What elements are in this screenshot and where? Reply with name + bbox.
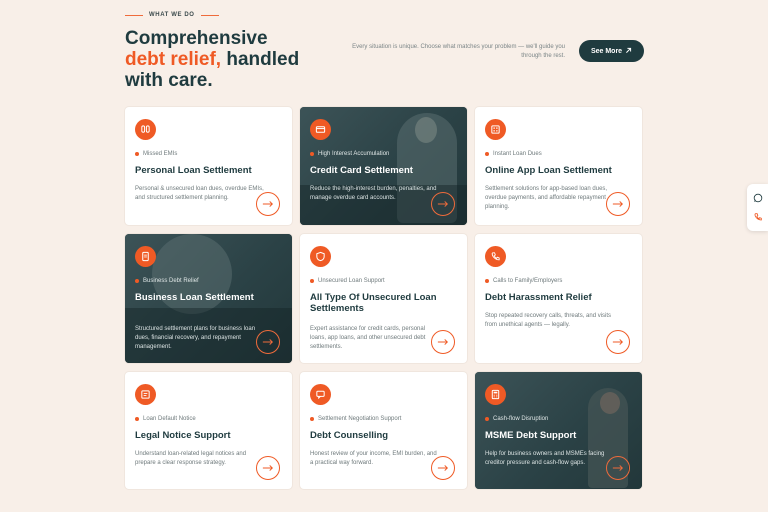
eyebrow-line-right (200, 14, 219, 16)
eyebrow-line-left (125, 14, 143, 16)
tag-dot (135, 417, 139, 421)
service-card-debt-harassment[interactable]: Calls to Family/Employers Debt Harassmen… (475, 234, 642, 363)
see-more-label: See More (590, 47, 623, 55)
tag-label: Cash-flow Disruption (493, 416, 549, 422)
service-tag: Cash-flow Disruption (485, 416, 548, 422)
arrow-right-icon (612, 201, 624, 207)
legal-document-icon (135, 384, 156, 405)
tag-label: Unsecured Loan Support (318, 278, 385, 284)
service-tag: Loan Default Notice (135, 416, 196, 422)
section-eyebrow: WHAT WE DO (125, 12, 219, 18)
calculator-icon (485, 384, 506, 405)
service-description: Personal & unsecured loan dues, overdue … (135, 186, 264, 201)
eyebrow-label: WHAT WE DO (149, 12, 195, 18)
service-description: Understand loan-related legal notices an… (135, 451, 247, 466)
shield-icon (310, 246, 331, 267)
tag-label: High Interest Accumulation (318, 151, 390, 157)
arrow-right-icon (262, 465, 274, 471)
service-title: Personal Loan Settlement (135, 165, 252, 176)
service-description: Help for business owners and MSMEs facin… (485, 451, 605, 466)
page-title: Comprehensive debt relief, handled with … (125, 28, 325, 91)
arrow-right-button[interactable] (256, 192, 280, 216)
title-line1: Comprehensive (125, 28, 268, 49)
service-tag: Instant Loan Dues (485, 151, 542, 157)
tag-label: Instant Loan Dues (493, 151, 542, 157)
service-title: Online App Loan Settlement (485, 165, 612, 176)
arrow-right-icon (262, 339, 274, 345)
arrow-right-button[interactable] (256, 456, 280, 480)
arrow-right-icon (437, 465, 449, 471)
tag-dot (310, 152, 314, 156)
service-card-unsecured-loan[interactable]: Unsecured Loan Support All Type Of Unsec… (300, 234, 467, 363)
document-icon (135, 246, 156, 267)
arrow-right-button[interactable] (606, 330, 630, 354)
title-rest: handled (221, 49, 300, 70)
service-description: Honest review of your income, EMI burden… (310, 451, 437, 466)
service-tag: Missed EMIs (135, 151, 177, 157)
service-title: All Type Of Unsecured Loan Settlements (310, 292, 437, 314)
service-card-personal-loan[interactable]: Missed EMIs Personal Loan Settlement Per… (125, 107, 292, 225)
tag-label: Settlement Negotiation Support (318, 416, 402, 422)
service-title: Business Loan Settlement (135, 292, 254, 303)
tag-dot (310, 417, 314, 421)
tag-dot (485, 152, 489, 156)
arrow-right-button[interactable] (431, 192, 455, 216)
service-description: Stop repeated recovery calls, threats, a… (485, 313, 612, 328)
tag-label: Missed EMIs (143, 151, 178, 157)
service-card-online-app-loan[interactable]: Instant Loan Dues Online App Loan Settle… (475, 107, 642, 225)
service-description: Reduce the high-interest burden, penalti… (310, 186, 437, 201)
arrow-right-icon (437, 339, 449, 345)
arrow-right-button[interactable] (431, 456, 455, 480)
service-card-business-loan[interactable]: Business Debt Relief Business Loan Settl… (125, 234, 292, 363)
service-tag: Unsecured Loan Support (310, 278, 385, 284)
service-title: Legal Notice Support (135, 430, 231, 441)
arrow-right-icon (262, 201, 274, 207)
service-title: MSME Debt Support (485, 430, 577, 441)
service-description: Structured settlement plans for business… (135, 326, 256, 350)
title-accent: debt relief, (125, 49, 222, 70)
tag-dot (135, 279, 139, 283)
section-intro: Every situation is unique. Choose what m… (352, 44, 565, 59)
whatsapp-icon[interactable] (752, 193, 763, 204)
tag-dot (485, 279, 489, 283)
service-tag: High Interest Accumulation (310, 151, 389, 157)
arrow-right-button[interactable] (606, 192, 630, 216)
service-description: Settlement solutions for app-based loan … (485, 186, 608, 210)
floating-contact-bar (747, 184, 768, 231)
arrow-up-right-icon (625, 47, 632, 56)
arrow-right-button[interactable] (431, 330, 455, 354)
service-title: Debt Counselling (310, 430, 389, 441)
tag-label: Calls to Family/Employers (493, 278, 563, 284)
see-more-button[interactable]: See More (579, 40, 644, 62)
tag-dot (135, 152, 139, 156)
credit-card-icon (310, 119, 331, 140)
service-title: Credit Card Settlement (310, 165, 413, 176)
service-card-legal-notice[interactable]: Loan Default Notice Legal Notice Support… (125, 372, 292, 489)
title-line3: with care. (125, 70, 213, 91)
tag-dot (310, 279, 314, 283)
service-title: Debt Harassment Relief (485, 292, 592, 303)
service-card-debt-counselling[interactable]: Settlement Negotiation Support Debt Coun… (300, 372, 467, 489)
service-card-msme-debt[interactable]: Cash-flow Disruption MSME Debt Support H… (475, 372, 642, 489)
service-tag: Calls to Family/Employers (485, 278, 562, 284)
service-description: Expert assistance for credit cards, pers… (310, 326, 426, 350)
chat-icon (310, 384, 331, 405)
hands-icon (135, 119, 156, 140)
phone-call-icon[interactable] (752, 212, 763, 223)
services-grid: Missed EMIs Personal Loan Settlement Per… (125, 107, 642, 489)
app-grid-icon (485, 119, 506, 140)
arrow-right-icon (612, 465, 624, 471)
arrow-right-button[interactable] (606, 456, 630, 480)
arrow-right-button[interactable] (256, 330, 280, 354)
tag-label: Loan Default Notice (143, 416, 196, 422)
tag-label: Business Debt Relief (143, 278, 199, 284)
arrow-right-icon (612, 339, 624, 345)
arrow-right-icon (437, 201, 449, 207)
phone-icon (485, 246, 506, 267)
tag-dot (485, 417, 489, 421)
service-tag: Business Debt Relief (135, 278, 199, 284)
service-card-credit-card[interactable]: High Interest Accumulation Credit Card S… (300, 107, 467, 225)
service-tag: Settlement Negotiation Support (310, 416, 401, 422)
